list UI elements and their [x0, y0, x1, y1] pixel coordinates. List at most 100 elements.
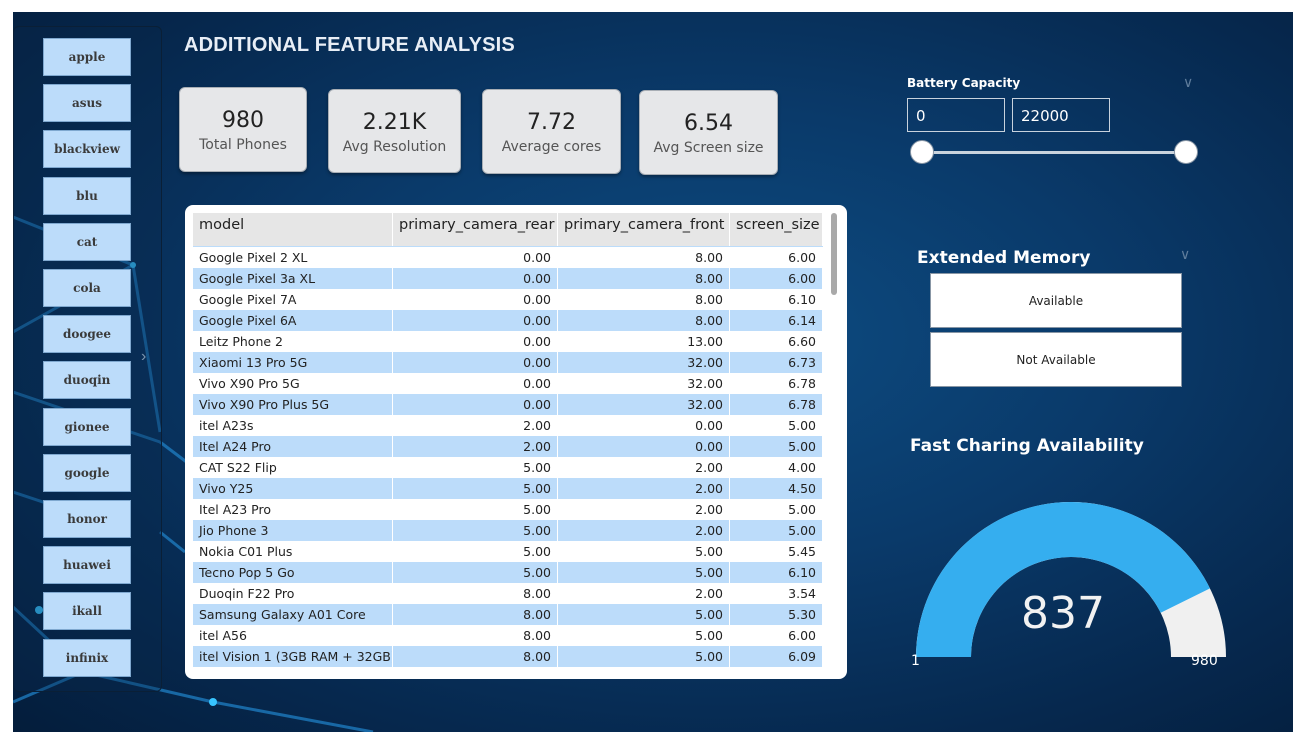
table-cell: 5.00 [393, 499, 558, 520]
table-row[interactable]: Duoqin F22 Pro 8.00 2.00 3.54 [193, 583, 823, 604]
table-cell: 6.78 [730, 394, 823, 415]
chevron-right-icon[interactable]: › [141, 348, 146, 366]
table-row[interactable]: Google Pixel 6A 0.00 8.00 6.14 [193, 310, 823, 331]
table-cell: 5.00 [730, 415, 823, 436]
table-cell: Itel A24 Pro [193, 436, 393, 457]
table-cell: 8.00 [558, 310, 730, 331]
column-header-screen-size[interactable]: screen_size [730, 213, 823, 246]
brand-button-ikall[interactable]: ikall [43, 592, 131, 631]
chevron-down-icon[interactable]: ∨ [1180, 246, 1190, 263]
column-header-primary-camera-rear[interactable]: primary_camera_rear [393, 213, 558, 246]
brand-button-honor[interactable]: honor [43, 500, 131, 538]
table-cell: 5.00 [558, 541, 730, 562]
column-header-primary-camera-front[interactable]: primary_camera_front [558, 213, 730, 246]
table-cell: 5.00 [393, 457, 558, 478]
model-table: model primary_camera_rear primary_camera_f… [185, 205, 847, 679]
table-cell: 8.00 [558, 289, 730, 310]
table-cell: 8.00 [393, 604, 558, 625]
table-cell: 0.00 [393, 247, 558, 268]
table-cell: 8.00 [393, 646, 558, 667]
table-cell: Google Pixel 7A [193, 289, 393, 310]
table-row[interactable]: Itel A24 Pro 2.00 0.00 5.00 [193, 436, 823, 457]
column-header-model[interactable]: model [193, 213, 393, 246]
table-row[interactable]: itel A23s 2.00 0.00 5.00 [193, 415, 823, 436]
table-row[interactable]: Google Pixel 7A 0.00 8.00 6.10 [193, 289, 823, 310]
table-row[interactable]: Google Pixel 3a XL 0.00 8.00 6.00 [193, 268, 823, 289]
dashboard-canvas: ADDITIONAL FEATURE ANALYSIS apple asus bla… [13, 12, 1293, 732]
battery-max-input[interactable]: 22000 [1012, 98, 1110, 132]
table-cell: CAT S22 Flip [193, 457, 393, 478]
brand-button-gionee[interactable]: gionee [43, 407, 131, 446]
brand-button-cola[interactable]: cola [43, 269, 131, 307]
table-cell: 0.00 [393, 352, 558, 373]
battery-slider-track[interactable] [923, 151, 1187, 154]
table-row[interactable]: Jio Phone 3 5.00 2.00 5.00 [193, 520, 823, 541]
brand-button-huawei[interactable]: huawei [43, 546, 131, 585]
memory-option-not-available[interactable]: Not Available [930, 332, 1182, 387]
brand-button-duoqin[interactable]: duoqin [43, 361, 131, 400]
table-cell: 6.60 [730, 331, 823, 352]
table-body: Google Pixel 2 XL 0.00 8.00 6.00 Google Pixe… [193, 247, 823, 667]
table-row[interactable]: Samsung Galaxy A01 Core 8.00 5.00 5.30 [193, 604, 823, 625]
table-cell: 2.00 [558, 457, 730, 478]
brand-button-asus[interactable]: asus [43, 84, 131, 123]
fast-charging-label: Fast Charing Availability [910, 436, 1144, 456]
brand-button-apple[interactable]: apple [43, 38, 131, 76]
table-cell: 2.00 [558, 478, 730, 499]
brand-button-doogee[interactable]: doogee [43, 315, 131, 354]
table-cell: Google Pixel 6A [193, 310, 393, 331]
table-row[interactable]: Google Pixel 2 XL 0.00 8.00 6.00 [193, 247, 823, 268]
table-row[interactable]: Tecno Pop 5 Go 5.00 5.00 6.10 [193, 562, 823, 583]
table-cell: 3.54 [730, 583, 823, 604]
table-cell: Vivo X90 Pro Plus 5G [193, 394, 393, 415]
memory-option-available[interactable]: Available [930, 273, 1182, 328]
table-cell: 2.00 [393, 415, 558, 436]
table-cell: 4.50 [730, 478, 823, 499]
table-cell: Xiaomi 13 Pro 5G [193, 352, 393, 373]
battery-min-input[interactable]: 0 [907, 98, 1005, 132]
table-cell: 2.00 [558, 520, 730, 541]
table-row[interactable]: itel Vision 1 (3GB RAM + 32GB) 8.00 5.00 6.… [193, 646, 823, 667]
kpi-label: Avg Resolution [342, 139, 447, 155]
table-cell: Itel A23 Pro [193, 499, 393, 520]
table-cell: 5.00 [730, 499, 823, 520]
brand-button-infinix[interactable]: infinix [43, 638, 131, 677]
table-cell: Vivo X90 Pro 5G [193, 373, 393, 394]
table-row[interactable]: Leitz Phone 2 0.00 13.00 6.60 [193, 331, 823, 352]
table-cell: 5.00 [730, 436, 823, 457]
kpi-label: Total Phones [199, 137, 287, 153]
kpi-card: 2.21K Avg Resolution [328, 89, 461, 173]
table-row[interactable]: Vivo X90 Pro 5G 0.00 32.00 6.78 [193, 373, 823, 394]
table-row[interactable]: Xiaomi 13 Pro 5G 0.00 32.00 6.73 [193, 352, 823, 373]
table-cell: 5.45 [730, 541, 823, 562]
table-cell: Google Pixel 3a XL [193, 268, 393, 289]
kpi-card: 7.72 Average cores [482, 89, 621, 174]
chevron-down-icon[interactable]: ∨ [1183, 74, 1193, 91]
table-row[interactable]: Vivo Y25 5.00 2.00 4.50 [193, 478, 823, 499]
table-cell: Vivo Y25 [193, 478, 393, 499]
brand-button-cat[interactable]: cat [43, 222, 131, 261]
table-cell: 0.00 [393, 268, 558, 289]
table-cell: Jio Phone 3 [193, 520, 393, 541]
battery-slider-min-handle[interactable] [910, 140, 934, 164]
table-row[interactable]: Vivo X90 Pro Plus 5G 0.00 32.00 6.78 [193, 394, 823, 415]
table-cell: 6.10 [730, 289, 823, 310]
table-cell: Leitz Phone 2 [193, 331, 393, 352]
table-cell: Duoqin F22 Pro [193, 583, 393, 604]
table-cell: 0.00 [558, 436, 730, 457]
table-row[interactable]: Itel A23 Pro 5.00 2.00 5.00 [193, 499, 823, 520]
table-row[interactable]: CAT S22 Flip 5.00 2.00 4.00 [193, 457, 823, 478]
table-cell: 2.00 [558, 499, 730, 520]
table-cell: 6.73 [730, 352, 823, 373]
kpi-value: 2.21K [362, 110, 427, 135]
kpi-label: Avg Screen size [653, 140, 764, 156]
table-cell: 5.00 [558, 604, 730, 625]
battery-slider-max-handle[interactable] [1174, 140, 1198, 164]
brand-button-blu[interactable]: blu [43, 176, 131, 215]
brand-button-blackview[interactable]: blackview [43, 130, 131, 169]
table-row[interactable]: itel A56 8.00 5.00 6.00 [193, 625, 823, 646]
brand-button-google[interactable]: google [43, 453, 131, 492]
table-row[interactable]: Nokia C01 Plus 5.00 5.00 5.45 [193, 541, 823, 562]
table-cell: 5.00 [730, 520, 823, 541]
table-scrollbar[interactable] [831, 213, 837, 295]
